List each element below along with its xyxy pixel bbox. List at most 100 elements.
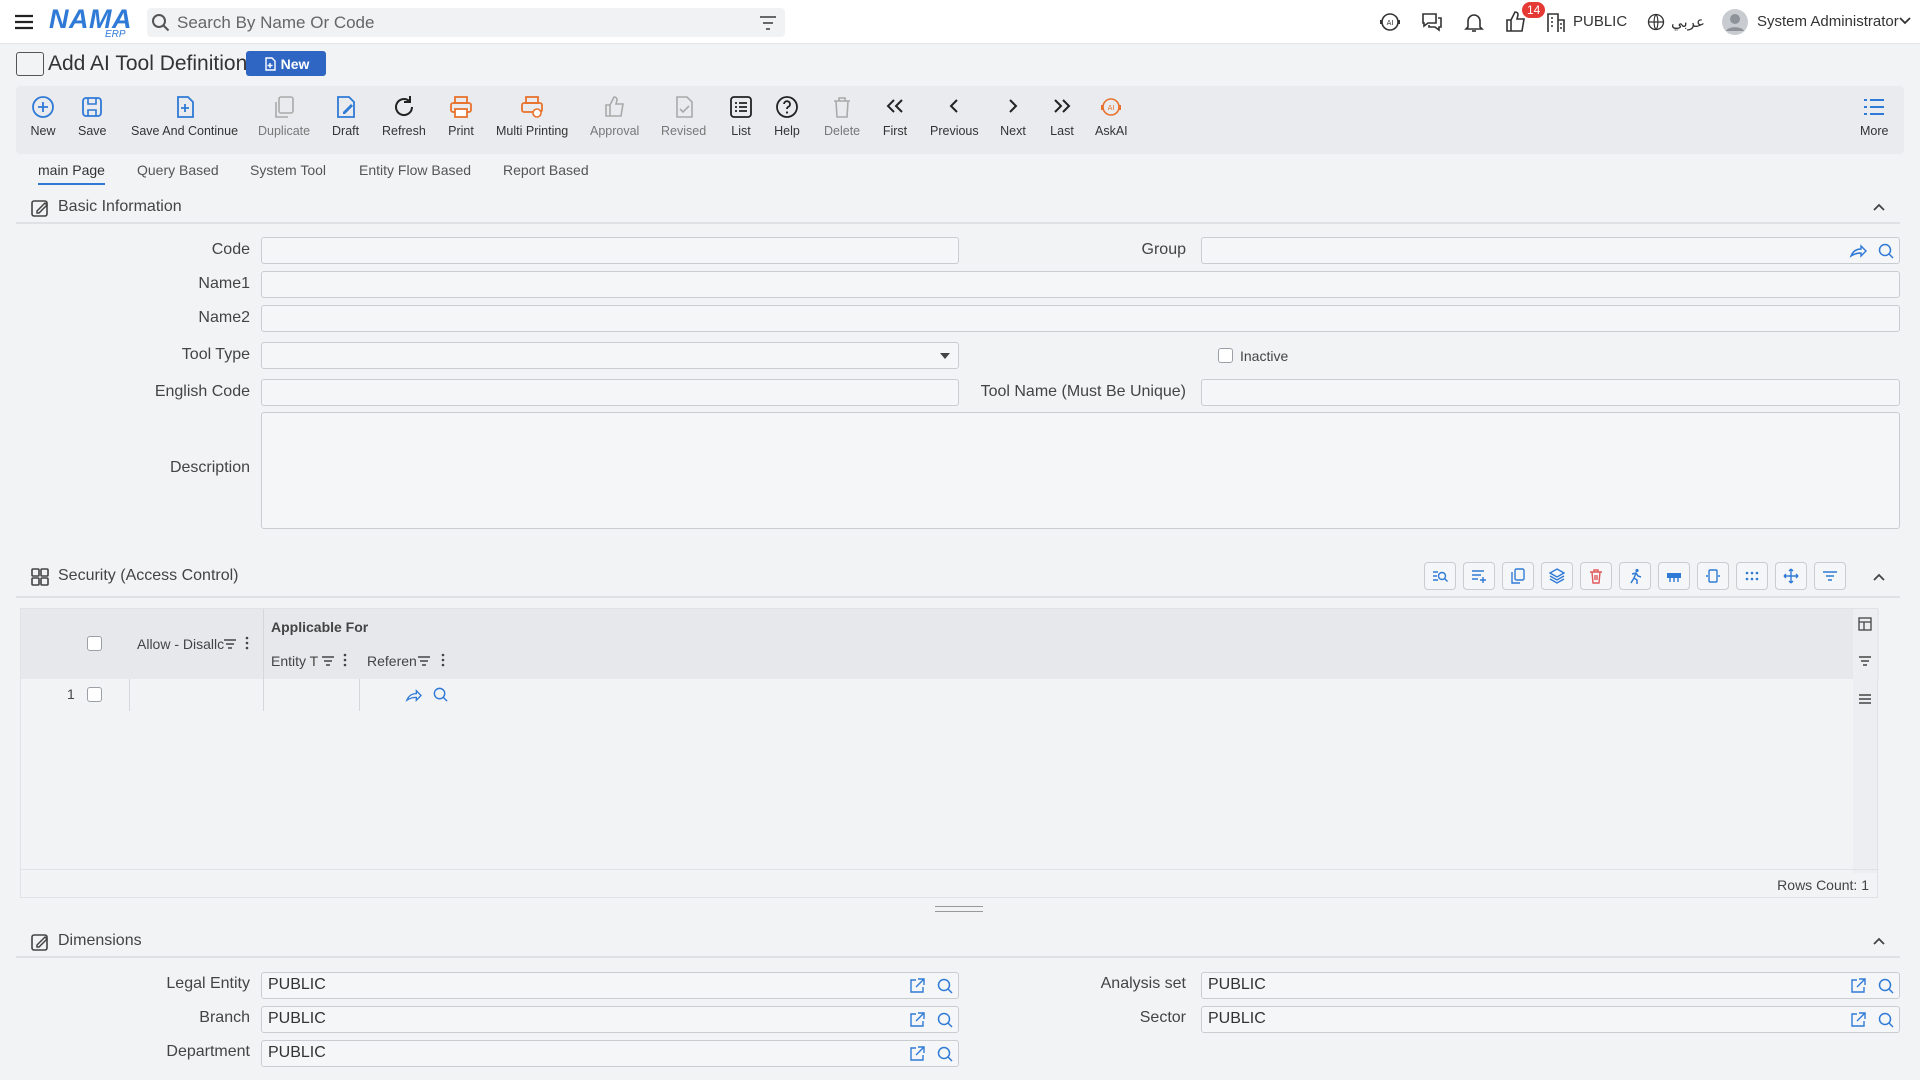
group-field[interactable]	[1201, 237, 1900, 264]
legal-entity-field[interactable]: PUBLIC	[261, 972, 959, 999]
code-input[interactable]	[261, 237, 959, 264]
share-arrow-icon[interactable]	[1849, 242, 1867, 260]
chevron-up-icon[interactable]	[1872, 200, 1886, 214]
table-row[interactable]: 1	[21, 679, 1879, 711]
sector-field[interactable]: PUBLIC	[1201, 1006, 1900, 1033]
column-filter-icon[interactable]	[223, 638, 237, 650]
tab-system-tool[interactable]: System Tool	[250, 162, 326, 178]
approval-button[interactable]: Approval	[590, 94, 639, 138]
nama-erp-logo[interactable]: NAMA ERP	[49, 4, 133, 40]
chevron-up-icon[interactable]	[1872, 570, 1886, 584]
search-input[interactable]	[177, 12, 737, 34]
save-button[interactable]: Save	[78, 94, 107, 138]
draft-button[interactable]: Draft	[332, 94, 359, 138]
tab-main-page[interactable]: main Page	[38, 162, 105, 185]
share-arrow-icon[interactable]	[405, 687, 422, 704]
bell-icon[interactable]	[1462, 10, 1486, 34]
grid-move-button[interactable]	[1775, 562, 1807, 590]
open-external-icon[interactable]	[908, 977, 926, 995]
language-switch[interactable]: عربي	[1671, 13, 1705, 31]
askai-button[interactable]: AI AskAI	[1095, 94, 1128, 138]
next-button[interactable]: Next	[1000, 94, 1026, 138]
company-selector[interactable]: PUBLIC	[1573, 13, 1627, 30]
delete-button[interactable]: Delete	[824, 94, 860, 138]
new-button[interactable]: New	[30, 94, 56, 138]
english-code-input[interactable]	[261, 379, 959, 406]
tool-name-input[interactable]	[1201, 379, 1900, 406]
user-menu[interactable]: System Administrator	[1757, 13, 1899, 30]
columns-panel-icon[interactable]	[1858, 617, 1872, 631]
grid-add-row-button[interactable]	[1463, 562, 1495, 590]
avatar-icon[interactable]	[1722, 9, 1748, 35]
department-field[interactable]: PUBLIC	[261, 1040, 959, 1067]
open-external-icon[interactable]	[908, 1045, 926, 1063]
chevron-left-icon	[949, 99, 959, 113]
open-external-icon[interactable]	[908, 1011, 926, 1029]
help-label: Help	[774, 124, 800, 138]
lookup-search-icon[interactable]	[432, 686, 449, 703]
inactive-checkbox[interactable]	[1218, 348, 1233, 363]
chat-icon[interactable]	[1420, 10, 1444, 34]
multi-printing-button[interactable]: Multi Printing	[496, 94, 568, 138]
lookup-search-icon[interactable]	[1877, 242, 1895, 260]
open-external-icon[interactable]	[1849, 977, 1867, 995]
branch-field[interactable]: PUBLIC	[261, 1006, 959, 1033]
grid-delete-button[interactable]	[1580, 562, 1612, 590]
grid-run-button[interactable]	[1619, 562, 1651, 590]
sector-label: Sector	[1139, 1009, 1186, 1026]
lookup-search-icon[interactable]	[936, 977, 954, 995]
help-button[interactable]: Help	[774, 94, 800, 138]
column-menu-icon[interactable]	[441, 653, 445, 667]
menu-icon[interactable]	[12, 10, 36, 34]
tab-entity-flow-based[interactable]: Entity Flow Based	[359, 162, 471, 178]
first-button[interactable]: First	[882, 94, 908, 138]
name1-input[interactable]	[261, 271, 1900, 298]
lookup-search-icon[interactable]	[1877, 977, 1895, 995]
lookup-search-icon[interactable]	[936, 1045, 954, 1063]
analysis-set-field[interactable]: PUBLIC	[1201, 972, 1900, 999]
print-button[interactable]: Print	[448, 94, 474, 138]
lookup-search-icon[interactable]	[936, 1011, 954, 1029]
last-button[interactable]: Last	[1049, 94, 1075, 138]
tab-report-based[interactable]: Report Based	[503, 162, 589, 178]
chevron-down-icon[interactable]	[1898, 14, 1912, 28]
select-all-checkbox[interactable]	[87, 636, 102, 651]
column-filter-icon[interactable]	[321, 655, 335, 667]
filter-icon[interactable]	[759, 15, 777, 31]
grid-layers-button[interactable]	[1541, 562, 1573, 590]
column-header-entity-type[interactable]: Entity T	[271, 653, 318, 669]
grid-copy-button[interactable]	[1502, 562, 1534, 590]
grid-fit-button[interactable]	[1697, 562, 1729, 590]
duplicate-button[interactable]: Duplicate	[258, 94, 310, 138]
refresh-button[interactable]: Refresh	[382, 94, 426, 138]
column-menu-icon[interactable]	[245, 636, 249, 650]
tool-type-select[interactable]	[261, 342, 959, 369]
column-filter-icon[interactable]	[417, 655, 431, 667]
lookup-search-icon[interactable]	[1877, 1011, 1895, 1029]
open-external-icon[interactable]	[1849, 1011, 1867, 1029]
rows-menu-icon[interactable]	[1858, 693, 1872, 705]
basic-information-header[interactable]: Basic Information	[16, 190, 1900, 224]
filters-panel-icon[interactable]	[1858, 655, 1872, 667]
dimensions-header[interactable]: Dimensions	[16, 924, 1900, 958]
description-textarea[interactable]	[261, 412, 1900, 529]
grid-resize-handle[interactable]	[935, 906, 983, 912]
chevron-up-icon[interactable]	[1872, 934, 1886, 948]
grid-apps-button[interactable]	[1736, 562, 1768, 590]
save-and-continue-button[interactable]: Save And Continue	[131, 94, 238, 138]
page-title: Add AI Tool Definition	[48, 52, 248, 75]
grid-insert-button[interactable]	[1658, 562, 1690, 590]
column-menu-icon[interactable]	[343, 653, 347, 667]
row-checkbox[interactable]	[87, 687, 102, 702]
previous-button[interactable]: Previous	[930, 94, 979, 138]
grid-search-button[interactable]	[1424, 562, 1456, 590]
revised-button[interactable]: Revised	[661, 94, 706, 138]
name2-input[interactable]	[261, 305, 1900, 332]
tab-query-based[interactable]: Query Based	[137, 162, 219, 178]
ai-assistant-icon[interactable]: AI	[1378, 10, 1402, 34]
column-header-allow[interactable]: Allow - Disallc	[137, 636, 224, 652]
column-header-reference[interactable]: Referen	[367, 653, 417, 669]
list-button[interactable]: List	[728, 94, 754, 138]
grid-filter-button[interactable]	[1814, 562, 1846, 590]
more-button[interactable]: More	[1860, 94, 1888, 138]
